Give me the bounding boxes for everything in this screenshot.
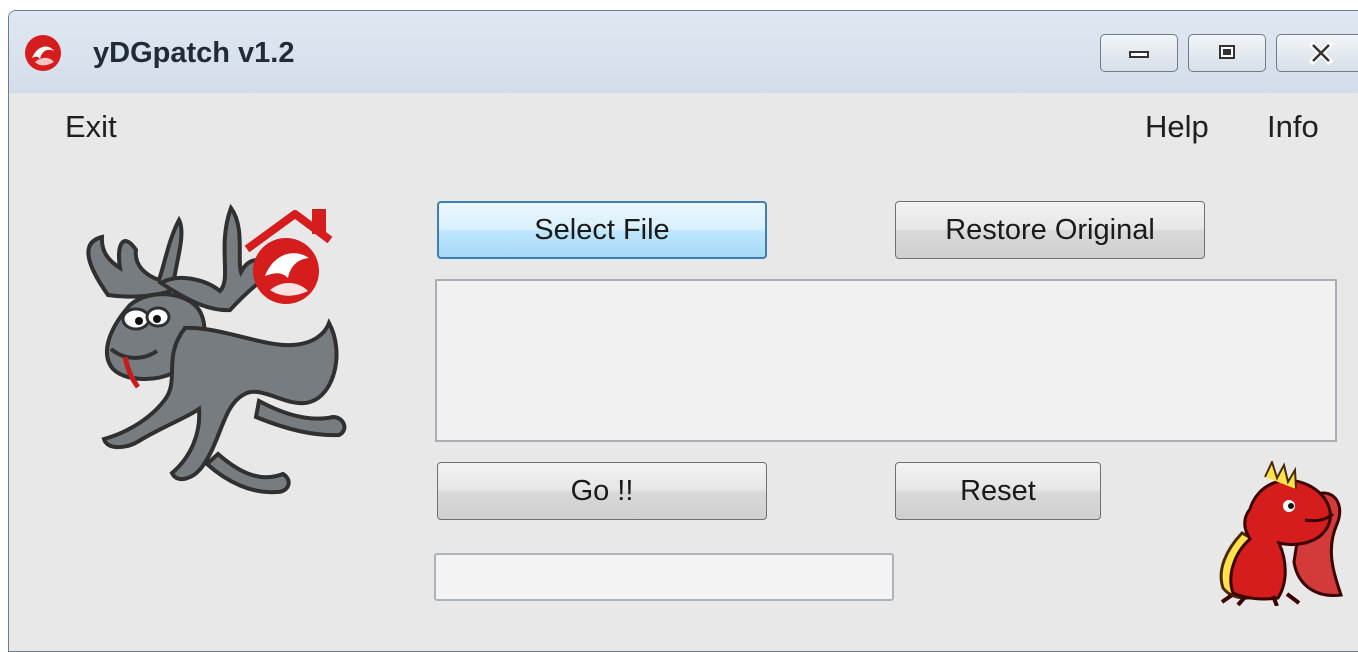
menu-help[interactable]: Help [1145, 109, 1209, 145]
menu-exit[interactable]: Exit [65, 109, 117, 145]
menu-info[interactable]: Info [1267, 109, 1319, 145]
red-dragon-icon [1219, 461, 1343, 606]
minimize-button[interactable] [1100, 34, 1178, 72]
maximize-button[interactable] [1188, 34, 1266, 72]
selected-file-display[interactable] [435, 279, 1337, 442]
go-button[interactable]: Go !! [437, 462, 767, 520]
close-icon [1308, 41, 1334, 65]
maximize-icon [1219, 45, 1235, 59]
red-home-icon [244, 209, 333, 304]
close-button[interactable] [1276, 34, 1358, 72]
reset-button[interactable]: Reset [895, 462, 1101, 520]
restore-original-button[interactable]: Restore Original [895, 201, 1205, 259]
application-window: yDGpatch v1.2 Exit Help Info Select File… [8, 10, 1358, 652]
minimize-icon [1129, 51, 1149, 58]
select-file-button[interactable]: Select File [437, 201, 767, 259]
window-title: yDGpatch v1.2 [93, 37, 295, 69]
progress-field [434, 553, 894, 601]
title-bar[interactable]: yDGpatch v1.2 [9, 11, 1358, 93]
app-red-icon [25, 35, 61, 71]
